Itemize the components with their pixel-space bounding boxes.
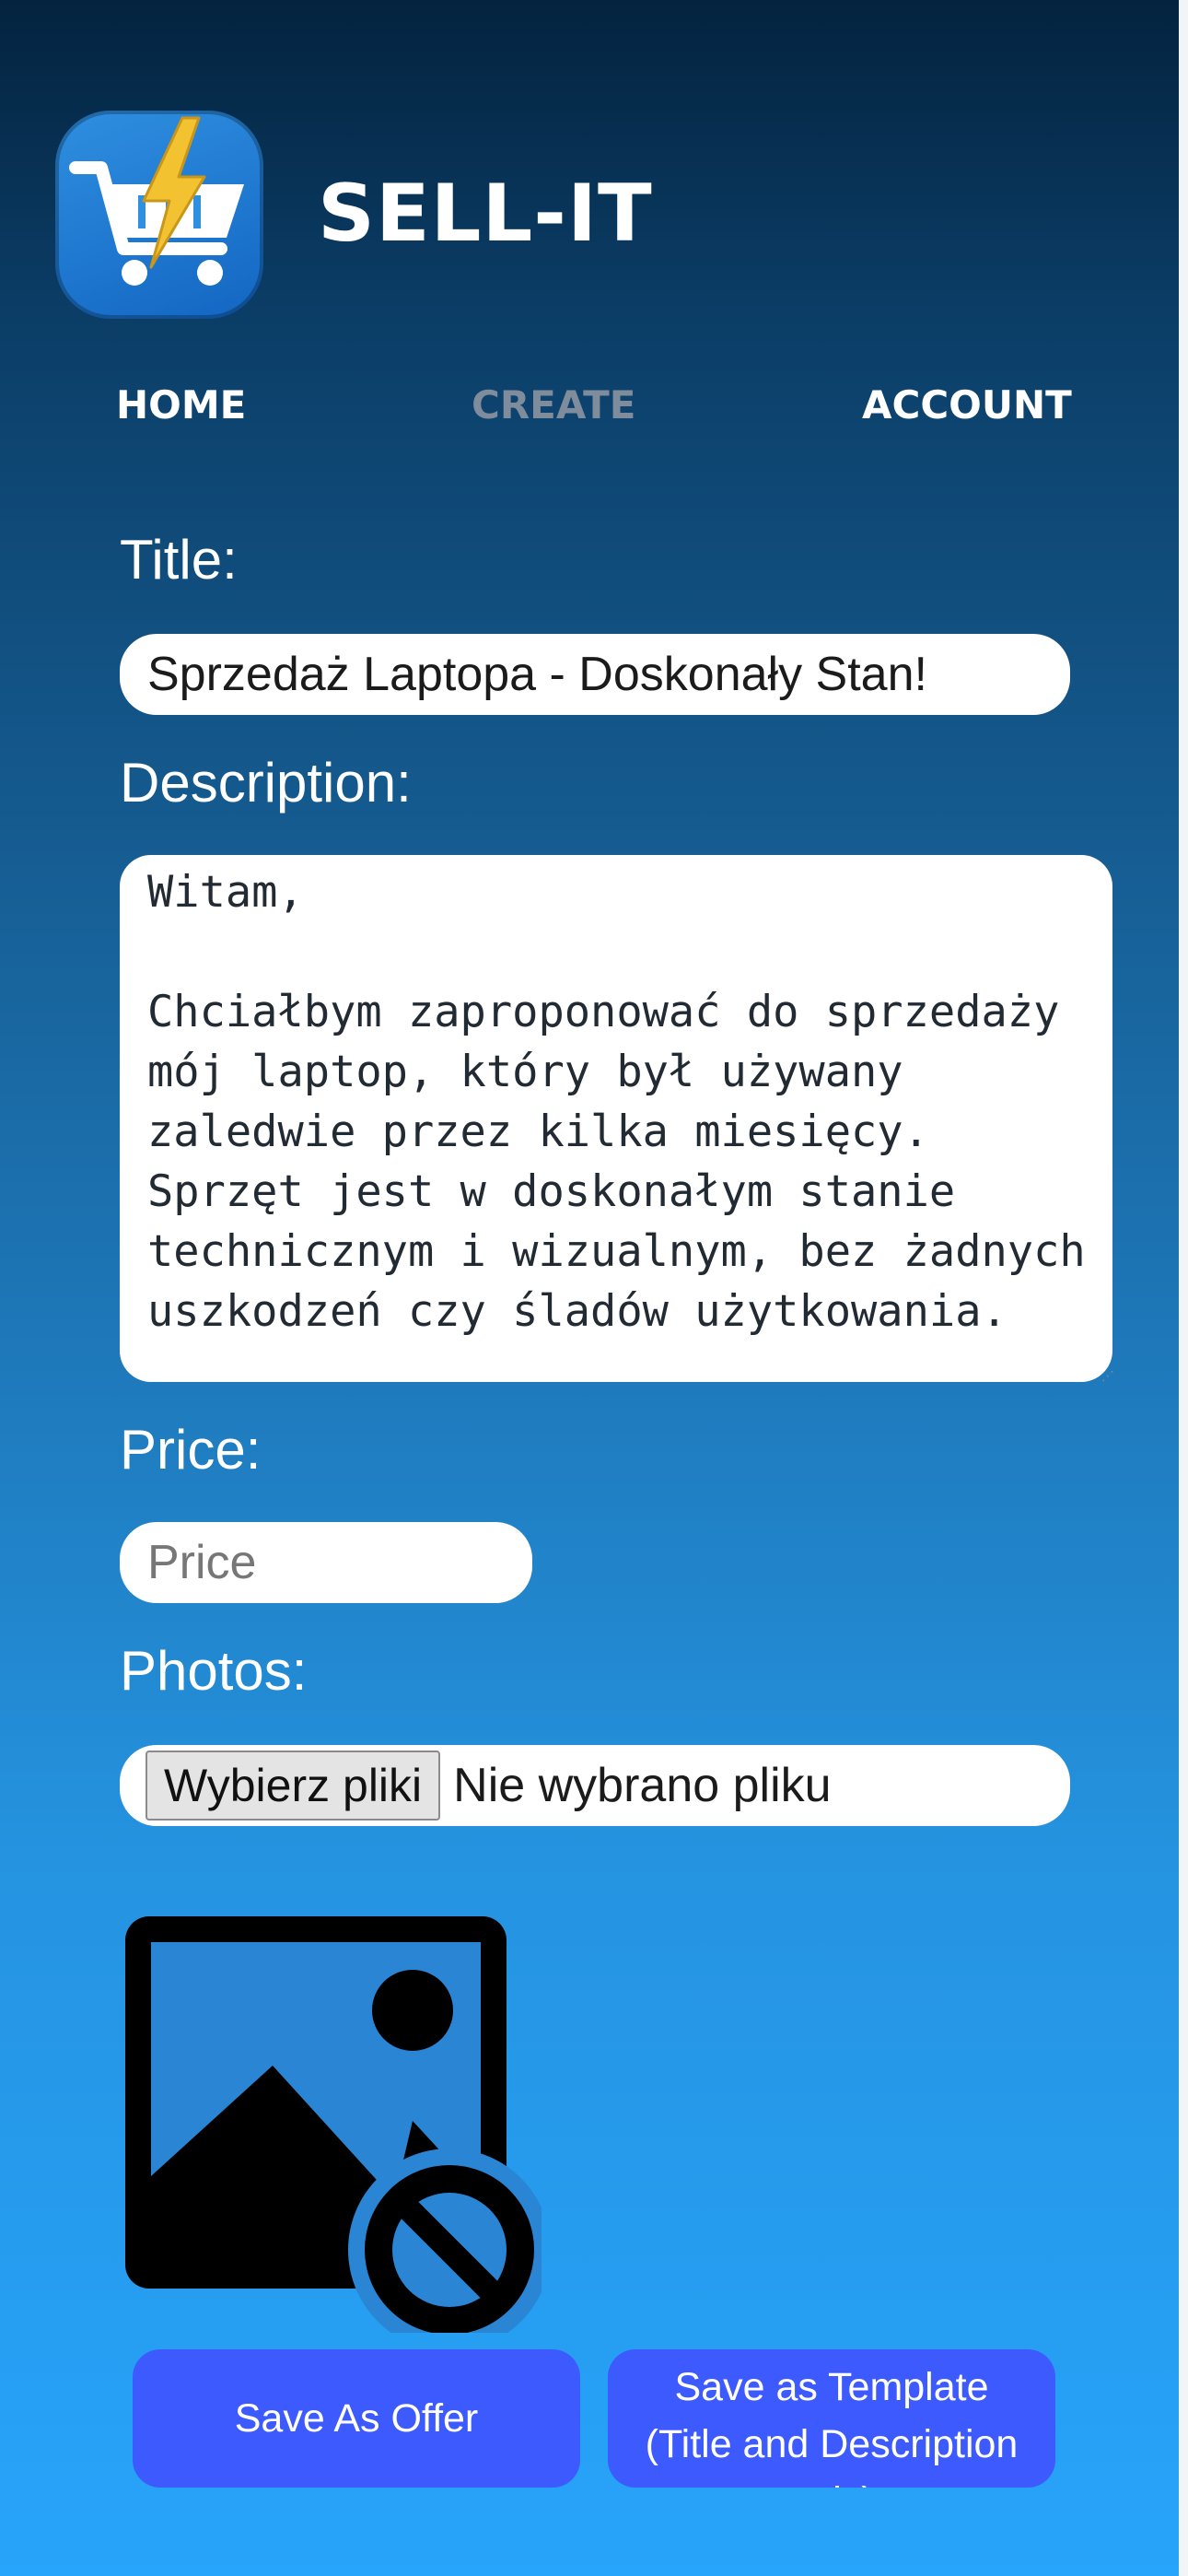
app-name: SELL-IT xyxy=(318,168,653,260)
resize-grip-icon[interactable]: ⋰ xyxy=(1101,1370,1114,1383)
save-as-template-button[interactable]: Save as Template (Title and Description … xyxy=(608,2349,1055,2488)
title-input[interactable] xyxy=(120,634,1070,715)
nav-home[interactable]: HOME xyxy=(116,378,246,433)
price-label: Price: xyxy=(120,1419,262,1481)
choose-files-button[interactable]: Wybierz pliki xyxy=(146,1751,441,1821)
file-status-text: Nie wybrano pliku xyxy=(453,1759,832,1812)
nav-create[interactable]: CREATE xyxy=(472,378,635,433)
price-input[interactable] xyxy=(120,1522,532,1603)
save-as-offer-button[interactable]: Save As Offer xyxy=(133,2349,580,2488)
scrollbar-edge xyxy=(1179,0,1188,2576)
image-unavailable-icon xyxy=(118,1909,542,2333)
title-label: Title: xyxy=(120,529,238,591)
photos-label: Photos: xyxy=(120,1640,308,1702)
file-input[interactable]: Wybierz pliki Nie wybrano pliku xyxy=(120,1745,1070,1826)
description-textarea[interactable]: Witam, Chciałbym zaproponować do sprzeda… xyxy=(120,855,1112,1382)
cart-lightning-icon xyxy=(69,116,244,286)
description-label: Description: xyxy=(120,752,412,814)
nav-account[interactable]: ACCOUNT xyxy=(862,378,1072,433)
app-logo-icon xyxy=(55,111,263,319)
